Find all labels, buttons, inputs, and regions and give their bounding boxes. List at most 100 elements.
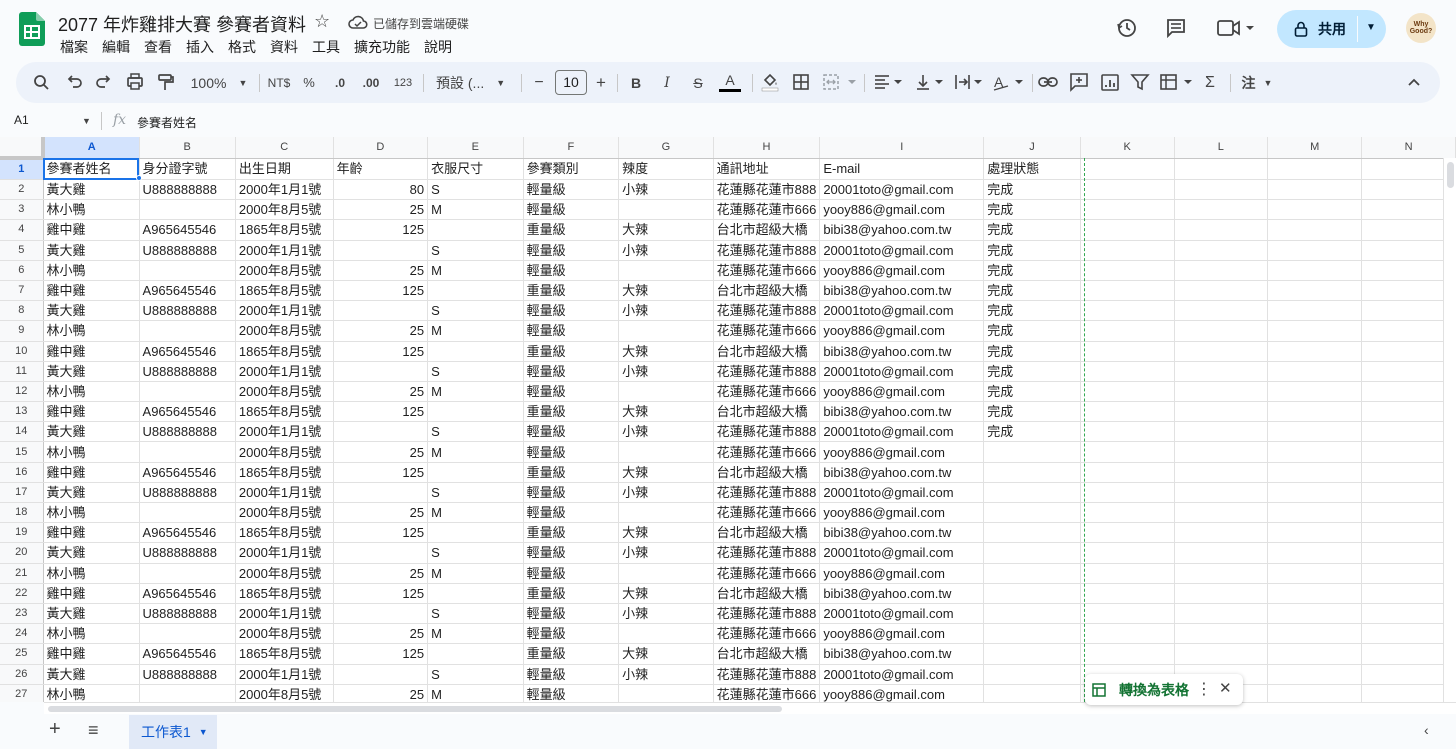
cell[interactable]: 2000年1月1號 bbox=[235, 482, 334, 504]
comments-icon[interactable] bbox=[1160, 12, 1192, 44]
cell[interactable]: 20001toto@gmail.com bbox=[819, 664, 985, 685]
cell[interactable]: 25 bbox=[333, 381, 429, 403]
cell[interactable] bbox=[333, 300, 429, 322]
vertical-scrollbar[interactable] bbox=[1443, 158, 1456, 704]
cell[interactable]: 身分證字號 bbox=[139, 158, 236, 180]
cell[interactable]: 花蓮縣花蓮市666 bbox=[713, 320, 821, 342]
menu-file[interactable]: 檔案 bbox=[60, 37, 88, 57]
cell[interactable]: bibi38@yahoo.com.tw bbox=[819, 401, 985, 423]
cell[interactable] bbox=[983, 603, 1081, 625]
cell[interactable]: 輕量級 bbox=[523, 179, 620, 201]
cell[interactable]: 林小鴨 bbox=[43, 441, 140, 463]
cell[interactable]: 台北市超級大橋 bbox=[713, 401, 821, 423]
cell[interactable]: 重量級 bbox=[523, 401, 620, 423]
cell[interactable]: S bbox=[427, 482, 524, 504]
row-header[interactable]: 12 bbox=[0, 381, 44, 403]
borders-icon[interactable] bbox=[790, 62, 812, 103]
increase-decimal-button[interactable]: .00 bbox=[359, 62, 383, 103]
text-rotation-icon[interactable]: A bbox=[991, 62, 1025, 103]
cell[interactable] bbox=[618, 684, 714, 702]
cell[interactable] bbox=[427, 583, 524, 604]
cell[interactable]: 輕量級 bbox=[523, 300, 620, 322]
row-header[interactable]: 14 bbox=[0, 421, 44, 443]
cell[interactable] bbox=[1267, 219, 1363, 241]
cell[interactable]: S bbox=[427, 542, 524, 564]
cell[interactable] bbox=[139, 199, 236, 221]
cell[interactable] bbox=[618, 623, 714, 645]
avatar[interactable]: Why Good? bbox=[1406, 13, 1436, 43]
redo-icon[interactable] bbox=[93, 62, 115, 103]
cell[interactable]: 花蓮縣花蓮市666 bbox=[713, 563, 821, 584]
cell[interactable]: 25 bbox=[333, 684, 429, 702]
cell[interactable] bbox=[1174, 502, 1269, 524]
cell[interactable] bbox=[333, 542, 429, 564]
cell[interactable]: 重量級 bbox=[523, 583, 620, 604]
cell[interactable] bbox=[1174, 381, 1269, 403]
cell[interactable]: bibi38@yahoo.com.tw bbox=[819, 583, 985, 604]
row-header[interactable]: 24 bbox=[0, 623, 44, 645]
cell[interactable] bbox=[1361, 684, 1456, 702]
cell[interactable]: 大辣 bbox=[618, 280, 714, 302]
cell[interactable]: U888888888 bbox=[139, 300, 236, 322]
cell[interactable]: 衣服尺寸 bbox=[427, 158, 524, 180]
vertical-scroll-thumb[interactable] bbox=[1447, 162, 1454, 188]
column-header[interactable]: D bbox=[333, 137, 429, 159]
merge-cells-icon[interactable] bbox=[820, 62, 860, 103]
cell[interactable] bbox=[1361, 341, 1456, 362]
cell[interactable] bbox=[1080, 320, 1175, 342]
cell[interactable]: 花蓮縣花蓮市888 bbox=[713, 421, 821, 443]
cell[interactable]: 雞中雞 bbox=[43, 280, 140, 302]
cell[interactable]: S bbox=[427, 179, 524, 201]
cell[interactable] bbox=[983, 462, 1081, 483]
cell[interactable]: 通訊地址 bbox=[713, 158, 821, 180]
cell[interactable] bbox=[1174, 482, 1269, 504]
cell[interactable] bbox=[1080, 199, 1175, 221]
cell[interactable]: 20001toto@gmail.com bbox=[819, 603, 985, 625]
fill-color-icon[interactable] bbox=[759, 62, 781, 103]
cell[interactable]: 輕量級 bbox=[523, 199, 620, 221]
cell[interactable]: 125 bbox=[333, 462, 429, 483]
cell[interactable]: 年齡 bbox=[333, 158, 429, 180]
print-icon[interactable] bbox=[124, 62, 146, 103]
cell[interactable] bbox=[1267, 643, 1363, 665]
cell[interactable] bbox=[983, 522, 1081, 544]
cell[interactable]: 雞中雞 bbox=[43, 341, 140, 362]
formula-input[interactable]: 參賽者姓名 bbox=[137, 114, 197, 131]
cell[interactable]: 大辣 bbox=[618, 462, 714, 483]
cell[interactable]: 花蓮縣花蓮市666 bbox=[713, 199, 821, 221]
input-tools-button[interactable]: 注 ▼ bbox=[1239, 62, 1275, 103]
column-header[interactable]: J bbox=[983, 137, 1081, 159]
cell[interactable] bbox=[1174, 583, 1269, 604]
cell[interactable]: 重量級 bbox=[523, 522, 620, 544]
cell[interactable]: 1865年8月5號 bbox=[235, 280, 334, 302]
cell[interactable]: 台北市超級大橋 bbox=[713, 341, 821, 362]
cell[interactable]: A965645546 bbox=[139, 462, 236, 483]
cell[interactable]: 輕量級 bbox=[523, 240, 620, 261]
cell[interactable] bbox=[1361, 664, 1456, 685]
cell[interactable]: M bbox=[427, 320, 524, 342]
cell[interactable] bbox=[1174, 462, 1269, 483]
cell[interactable] bbox=[1080, 603, 1175, 625]
cell[interactable] bbox=[1267, 542, 1363, 564]
cell[interactable] bbox=[618, 441, 714, 463]
cell[interactable]: M bbox=[427, 199, 524, 221]
cell[interactable]: 2000年8月5號 bbox=[235, 381, 334, 403]
cell[interactable]: 1865年8月5號 bbox=[235, 643, 334, 665]
cell[interactable]: bibi38@yahoo.com.tw bbox=[819, 462, 985, 483]
cell[interactable]: 20001toto@gmail.com bbox=[819, 482, 985, 504]
percent-format-button[interactable]: % bbox=[300, 62, 318, 103]
cell[interactable]: 2000年1月1號 bbox=[235, 664, 334, 685]
cell[interactable]: yooy886@gmail.com bbox=[819, 320, 985, 342]
cell[interactable] bbox=[1080, 482, 1175, 504]
cell[interactable] bbox=[1267, 158, 1363, 180]
row-header[interactable]: 8 bbox=[0, 300, 44, 322]
cell[interactable] bbox=[427, 280, 524, 302]
functions-button[interactable]: Σ bbox=[1202, 62, 1218, 103]
text-color-button[interactable]: A bbox=[719, 62, 741, 103]
row-header[interactable]: 2 bbox=[0, 179, 44, 201]
cell[interactable]: 林小鴨 bbox=[43, 502, 140, 524]
cell[interactable]: 雞中雞 bbox=[43, 522, 140, 544]
cell[interactable] bbox=[333, 664, 429, 685]
cell[interactable] bbox=[1361, 240, 1456, 261]
cell[interactable] bbox=[1174, 158, 1269, 180]
